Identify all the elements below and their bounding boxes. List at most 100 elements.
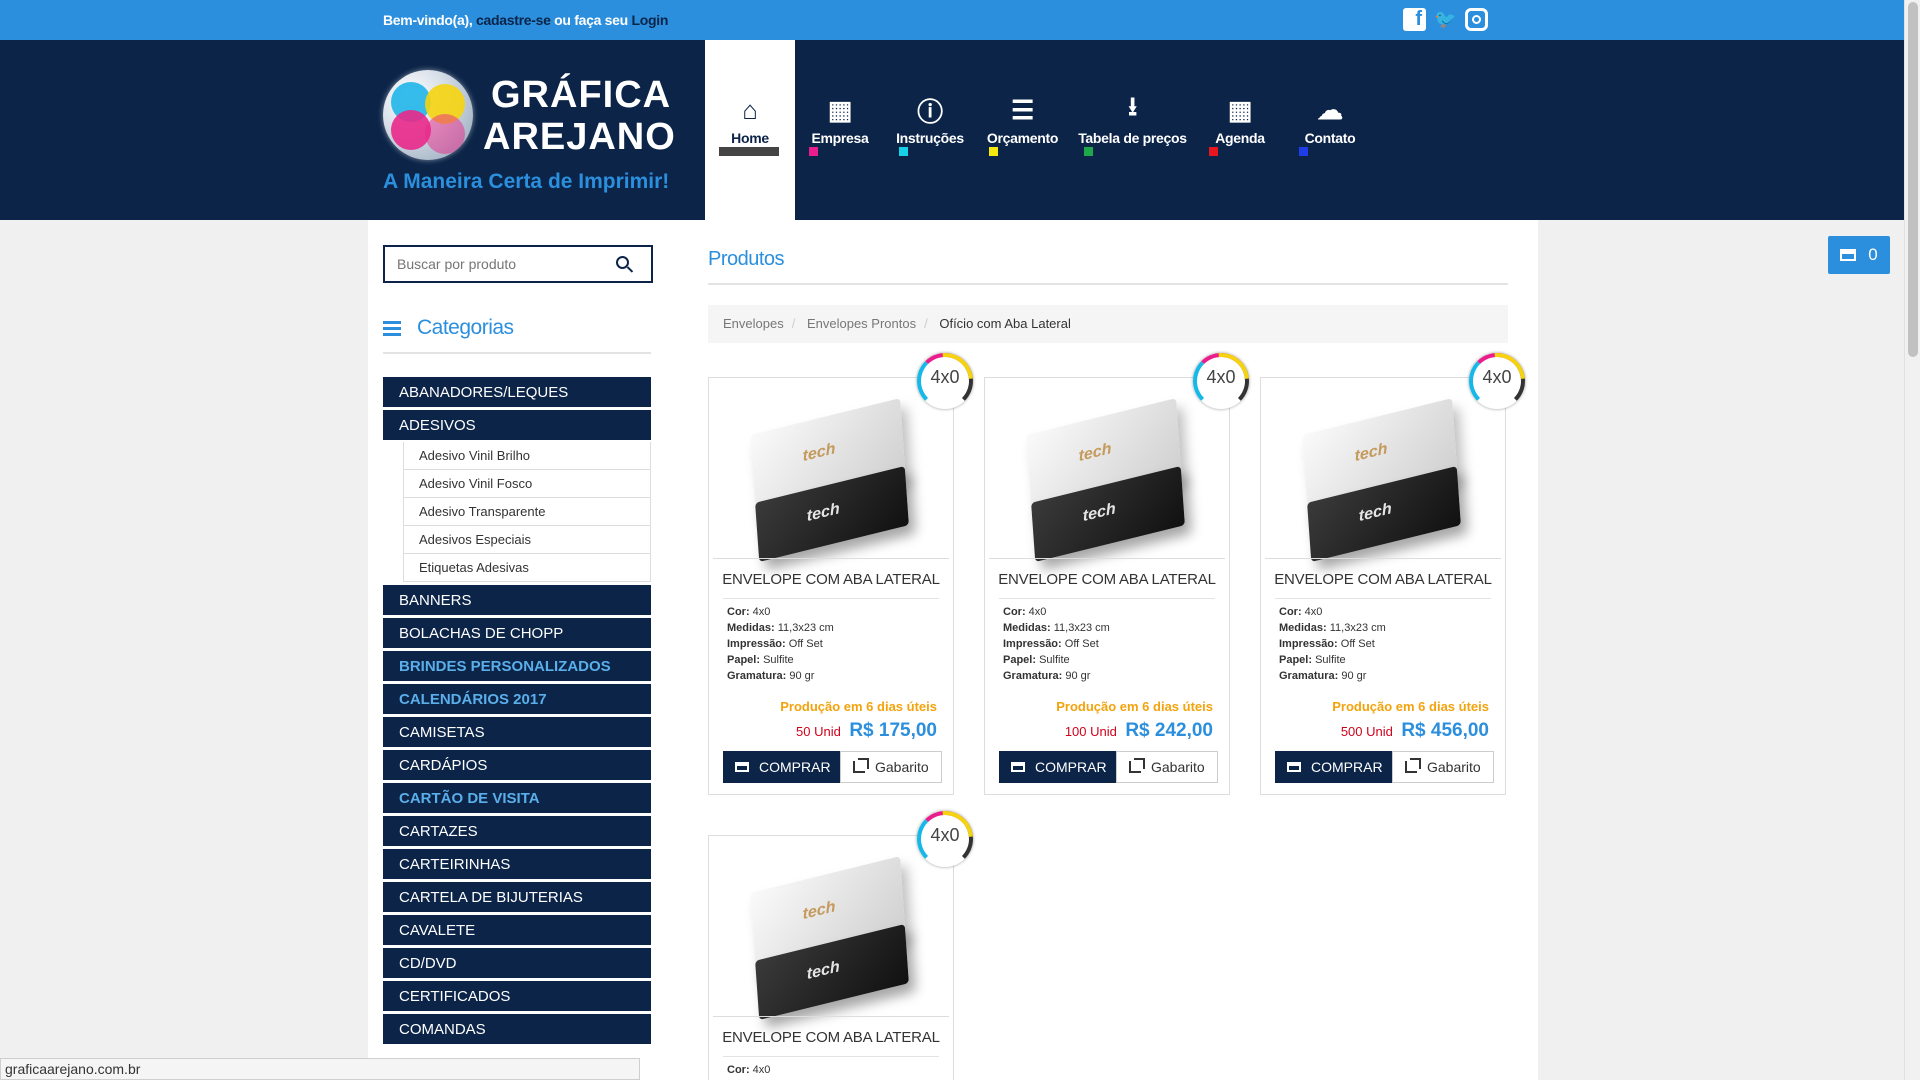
product-card[interactable]: 4x0 tech tech ENVELOPE COM ABA LATERAL C… xyxy=(708,341,985,795)
scrollbar-thumb[interactable] xyxy=(1908,2,1918,357)
cart-icon xyxy=(735,762,749,772)
logo-cmyk-ball xyxy=(383,70,473,160)
category-item[interactable]: BRINDES PERSONALIZADOS xyxy=(383,651,651,681)
nav-item-2[interactable]: ▦ Empresa xyxy=(795,40,885,220)
product-name[interactable]: ENVELOPE COM ABA LATERAL xyxy=(709,571,953,588)
product-actions: COMPRAR Gabarito xyxy=(723,751,942,783)
production-time: Produção em 6 dias úteis xyxy=(780,699,937,714)
category-item[interactable]: CERTIFICADOS xyxy=(383,981,651,1011)
nav-color-marker xyxy=(899,147,908,156)
document-icon: ☰ xyxy=(1010,94,1034,125)
template-button[interactable]: Gabarito xyxy=(1116,751,1218,783)
twitter-icon[interactable]: 🐦 xyxy=(1434,8,1457,31)
nav-color-marker xyxy=(989,147,998,156)
subcategory-list: Adesivo Vinil Brilho Adesivo Vinil Fosco A… xyxy=(383,440,651,582)
nav-item-4[interactable]: ☰ Orçamento xyxy=(975,40,1070,220)
nav-item-1[interactable]: ⌂ Home xyxy=(705,40,795,220)
category-item[interactable]: COMANDAS xyxy=(383,1014,651,1044)
product-specs: Cor: 4x0 Medidas: 11,3x23 cm Impressão: … xyxy=(1279,606,1386,682)
nav-color-marker xyxy=(1209,147,1218,156)
nav-color-marker xyxy=(1084,147,1093,156)
menu-bars-icon xyxy=(383,321,401,339)
category-item[interactable]: CARTÃO DE VISITA xyxy=(383,783,651,813)
category-item[interactable]: CARTEIRINHAS xyxy=(383,849,651,879)
subcategory-item[interactable]: Etiquetas Adesivas xyxy=(403,554,651,582)
category-item[interactable]: CAVALETE xyxy=(383,915,651,945)
nav-label: Orçamento xyxy=(986,130,1059,146)
subcategory-item[interactable]: Adesivo Vinil Brilho xyxy=(403,442,651,470)
top-bar: Bem-vindo(a), cadastre-se ou faça seu Lo… xyxy=(0,0,1904,40)
tagline: A Maneira Certa de Imprimir! xyxy=(383,170,670,193)
login-link[interactable]: Login xyxy=(632,12,669,28)
logo-text-line2: AREJANO xyxy=(483,116,676,158)
breadcrumb-item[interactable]: Envelopes xyxy=(723,316,784,331)
register-link[interactable]: cadastre-se xyxy=(476,12,551,28)
instagram-icon[interactable] xyxy=(1465,8,1488,31)
buy-button[interactable]: COMPRAR xyxy=(999,751,1116,783)
category-item[interactable]: ABANADORES/LEQUES xyxy=(383,377,651,407)
breadcrumb-current: Ofício com Aba Lateral xyxy=(939,316,1071,331)
subcategory-item[interactable]: Adesivo Transparente xyxy=(403,498,651,526)
logo[interactable]: GRÁFICA AREJANO xyxy=(383,70,675,170)
divider xyxy=(708,283,1508,285)
nav-label: Instruções xyxy=(896,130,964,146)
nav-item-6[interactable]: ▦ Agenda xyxy=(1195,40,1285,220)
scrollbar[interactable] xyxy=(1904,0,1920,1080)
category-item[interactable]: CARTAZES xyxy=(383,816,651,846)
product-card[interactable]: 4x0 tech tech ENVELOPE COM ABA LATERAL C… xyxy=(1260,341,1537,795)
template-button[interactable]: Gabarito xyxy=(1392,751,1494,783)
cart-button[interactable]: 0 xyxy=(1828,236,1890,274)
facebook-icon[interactable]: f xyxy=(1403,8,1426,31)
template-button[interactable]: Gabarito xyxy=(840,751,942,783)
product-card[interactable]: 4x0 tech tech ENVELOPE COM ABA LATERAL C… xyxy=(984,341,1261,795)
price-row: 50 Unid R$ 175,00 xyxy=(796,720,937,742)
subcategory-item[interactable]: Adesivos Especiais xyxy=(403,526,651,554)
categories-header: Categorias xyxy=(383,314,651,354)
nav-label: Tabela de preços xyxy=(1078,130,1187,146)
buy-button[interactable]: COMPRAR xyxy=(723,751,840,783)
nav-item-7[interactable]: ☁ Contato xyxy=(1285,40,1375,220)
product-image[interactable]: tech tech xyxy=(999,396,1217,562)
category-item[interactable]: CARTELA DE BIJUTERIAS xyxy=(383,882,651,912)
buy-button[interactable]: COMPRAR xyxy=(1275,751,1392,783)
nav-color-marker xyxy=(1299,147,1308,156)
production-time: Produção em 6 dias úteis xyxy=(1332,699,1489,714)
category-item[interactable]: CARDÁPIOS xyxy=(383,750,651,780)
price: R$ 242,00 xyxy=(1125,720,1213,741)
nav-item-3[interactable]: ⓘ Instruções xyxy=(885,40,975,220)
price: R$ 175,00 xyxy=(849,720,937,741)
cart-icon xyxy=(1840,249,1857,261)
product-specs: Cor: 4x0 Medidas: 11,3x23 cm Impressão: … xyxy=(727,606,834,682)
main-nav: ⌂ Home ▦ Empresa ⓘ Instruções ☰ Orçamento ⭳ Tabel… xyxy=(705,40,1375,220)
product-name[interactable]: ENVELOPE COM ABA LATERAL xyxy=(985,571,1229,588)
home-icon: ⌂ xyxy=(742,94,758,125)
quantity: 500 Unid xyxy=(1340,724,1393,739)
nav-label: Agenda xyxy=(1215,130,1265,146)
nav-item-5[interactable]: ⭳ Tabela de preços xyxy=(1070,40,1195,220)
cart-count: 0 xyxy=(1868,245,1878,264)
product-name[interactable]: ENVELOPE COM ABA LATERAL xyxy=(709,1029,953,1046)
crop-icon xyxy=(853,758,869,773)
subcategory-item[interactable]: Adesivo Vinil Fosco xyxy=(403,470,651,498)
product-image[interactable]: tech tech xyxy=(1275,396,1493,562)
search-icon[interactable] xyxy=(616,256,629,269)
search-input[interactable] xyxy=(385,247,605,281)
category-item[interactable]: BOLACHAS DE CHOPP xyxy=(383,618,651,648)
search-box xyxy=(383,245,653,283)
category-item[interactable]: CALENDÁRIOS 2017 xyxy=(383,684,651,714)
categories-title: Categorias xyxy=(417,316,514,339)
product-image[interactable]: tech tech xyxy=(723,396,941,562)
product-name[interactable]: ENVELOPE COM ABA LATERAL xyxy=(1261,571,1505,588)
product-specs: Cor: 4x0 xyxy=(727,1064,771,1076)
logo-text-line1: GRÁFICA xyxy=(491,74,672,116)
price: R$ 456,00 xyxy=(1401,720,1489,741)
breadcrumb-item[interactable]: Envelopes Prontos xyxy=(807,316,916,331)
category-item[interactable]: CD/DVD xyxy=(383,948,651,978)
product-card[interactable]: 4x0 tech tech ENVELOPE COM ABA LATERAL C… xyxy=(708,799,985,1080)
nav-label: Home xyxy=(731,130,769,146)
category-item[interactable]: BANNERS xyxy=(383,585,651,615)
category-item[interactable]: CAMISETAS xyxy=(383,717,651,747)
category-item[interactable]: ADESIVOS xyxy=(383,410,651,440)
info-icon: ⓘ xyxy=(917,96,943,127)
product-image[interactable]: tech tech xyxy=(723,854,941,1020)
